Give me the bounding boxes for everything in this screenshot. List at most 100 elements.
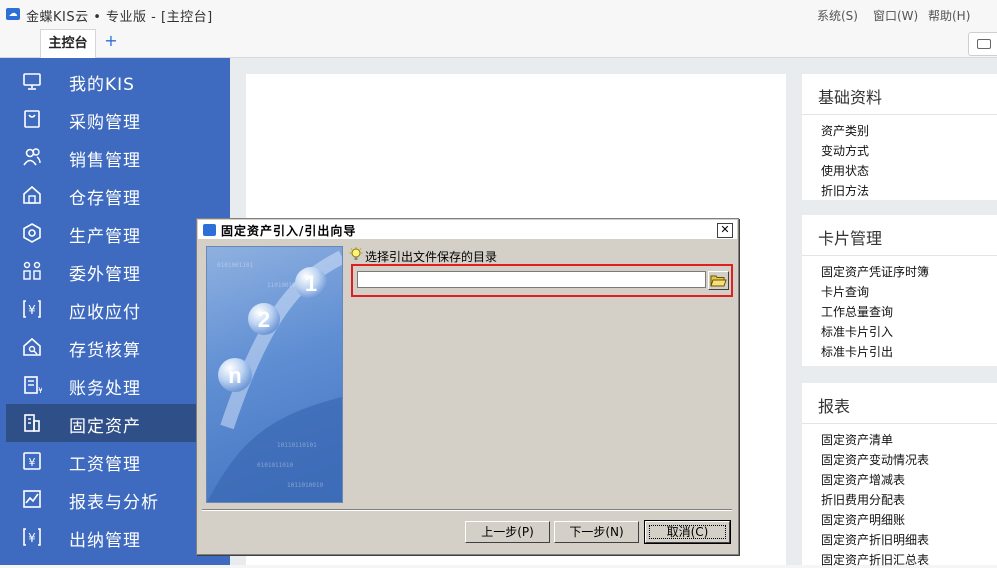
hexagon-gear-icon	[23, 223, 41, 243]
svg-text:0101011010: 0101011010	[257, 462, 294, 469]
wizard-illustration: 0101001101 1101001010 10110110101 01010110…	[206, 246, 343, 503]
link-change-method[interactable]: 变动方式	[821, 142, 869, 159]
users-icon	[23, 148, 41, 166]
link-card-export[interactable]: 标准卡片引出	[821, 343, 893, 360]
link-depreciation-detail[interactable]: 固定资产折旧明细表	[821, 531, 929, 548]
sidebar-item-7[interactable]: ¥ 应收应付	[6, 290, 196, 328]
divider	[802, 255, 997, 256]
svg-text:¥: ¥	[38, 386, 42, 395]
sidebar-item-label: 销售管理	[69, 151, 141, 171]
bag-icon	[24, 110, 40, 128]
lightbulb-icon	[349, 247, 363, 260]
sidebar-item-label: 采购管理	[69, 113, 141, 133]
panel-basic-data: 基础资料 资产类别 变动方式 使用状态 折旧方法	[802, 74, 997, 200]
link-asset-change-report[interactable]: 固定资产变动情况表	[821, 451, 929, 468]
link-asset-ledger[interactable]: 固定资产明细账	[821, 511, 905, 528]
sidebar-item-12[interactable]: 报表与分析	[6, 480, 196, 518]
sidebar-item-9[interactable]: ¥ 账务处理	[6, 366, 196, 404]
sidebar-item-2[interactable]: 采购管理	[6, 100, 196, 138]
directory-prompt: 选择引出文件保存的目录	[365, 250, 498, 264]
outsource-icon	[23, 261, 41, 280]
app-title: 金蝶KIS云 • 专业版 - [主控台]	[26, 10, 213, 25]
sidebar-item-5[interactable]: 生产管理	[6, 214, 196, 252]
sidebar-item-label: 账务处理	[69, 379, 141, 399]
menu-system[interactable]: 系统(S)	[817, 7, 858, 24]
sidebar-item-8[interactable]: 存货核算	[6, 328, 196, 366]
divider	[802, 114, 997, 115]
svg-text:0101001101: 0101001101	[217, 262, 254, 269]
divider	[802, 423, 997, 424]
sidebar-item-label: 出纳管理	[69, 531, 141, 551]
building-icon	[24, 414, 40, 432]
sidebar-item-label: 委外管理	[69, 265, 141, 285]
directory-path-input[interactable]	[357, 271, 706, 288]
sidebar-item-label: 我的KIS	[69, 75, 135, 95]
tab-home[interactable]: 主控台	[40, 29, 96, 58]
link-depreciation-method[interactable]: 折旧方法	[821, 182, 869, 199]
message-button[interactable]	[968, 32, 997, 56]
sidebar-item-4[interactable]: 仓存管理	[6, 176, 196, 214]
title-bar: ☁ 金蝶KIS云 • 专业版 - [主控台] 系统(S) 窗口(W) 帮助(H)	[0, 0, 997, 29]
chat-bubble-icon	[977, 39, 991, 49]
step-n-label: n	[228, 363, 241, 388]
link-asset-list[interactable]: 固定资产清单	[821, 431, 893, 448]
yen-bracket-icon: ¥	[23, 300, 41, 318]
menu-window[interactable]: 窗口(W)	[873, 7, 918, 24]
sidebar-item-11[interactable]: ¥ 工资管理	[6, 442, 196, 480]
link-depreciation-allocation[interactable]: 折旧费用分配表	[821, 491, 905, 508]
svg-text:¥: ¥	[29, 456, 36, 469]
next-button[interactable]: 下一步(N)	[554, 521, 639, 543]
svg-text:¥: ¥	[28, 531, 36, 545]
link-workload-query[interactable]: 工作总量查询	[821, 303, 893, 320]
step-1-label: 1	[305, 271, 317, 296]
sidebar-item-label: 工资管理	[69, 455, 141, 475]
sidebar-item-label: 生产管理	[69, 227, 141, 247]
link-depreciation-summary[interactable]: 固定资产折旧汇总表	[821, 551, 929, 568]
sidebar-item-label: 报表与分析	[69, 493, 159, 513]
divider	[202, 509, 732, 511]
panel-title: 卡片管理	[818, 229, 883, 248]
sidebar-item-13[interactable]: ¥ 出纳管理	[6, 518, 196, 556]
dialog-title: 固定资产引入/引出向导	[221, 224, 357, 238]
svg-text:10110110101: 10110110101	[277, 442, 317, 449]
add-tab-icon[interactable]: +	[104, 33, 118, 49]
link-card-query[interactable]: 卡片查询	[821, 283, 869, 300]
link-voucher-journal[interactable]: 固定资产凭证序时簿	[821, 263, 929, 280]
sidebar-item-label: 固定资产	[69, 417, 141, 437]
step-2-label: 2	[258, 307, 270, 332]
panel-reports: 报表 固定资产清单 固定资产变动情况表 固定资产增减表 折旧费用分配表 固定资产…	[802, 383, 997, 568]
path-highlight-box	[351, 264, 733, 297]
app-logo-icon	[203, 224, 216, 236]
sidebar-item-6[interactable]: 委外管理	[6, 252, 196, 290]
warehouse-icon	[23, 185, 41, 204]
previous-button[interactable]: 上一步(P)	[465, 521, 550, 543]
chart-icon	[23, 490, 41, 508]
panel-title: 基础资料	[818, 88, 883, 107]
svg-text:1011010010: 1011010010	[287, 482, 324, 489]
svg-text:¥: ¥	[28, 303, 36, 317]
focus-ring	[649, 525, 726, 539]
open-folder-icon	[710, 275, 727, 287]
panel-card-management: 卡片管理 固定资产凭证序时簿 卡片查询 工作总量查询 标准卡片引入 标准卡片引出	[802, 215, 997, 366]
sidebar-item-label: 应收应付	[69, 303, 141, 323]
app-logo-icon: ☁	[6, 8, 20, 20]
cashier-icon: ¥	[23, 528, 41, 546]
ledger-icon: ¥	[24, 376, 42, 395]
link-usage-status[interactable]: 使用状态	[821, 162, 869, 179]
cancel-button[interactable]: 取消(C)	[644, 520, 731, 544]
house-search-icon	[23, 337, 41, 356]
link-asset-increase-decrease[interactable]: 固定资产增减表	[821, 471, 905, 488]
monitor-icon	[23, 73, 41, 90]
menu-help[interactable]: 帮助(H)	[928, 7, 970, 24]
wizard-steps-graphic: 01010011011101001010 1011011010101010110…	[207, 250, 342, 502]
link-card-import[interactable]: 标准卡片引入	[821, 323, 893, 340]
sidebar-item-label: 存货核算	[69, 341, 141, 361]
sidebar-item-10[interactable]: 固定资产	[6, 404, 196, 442]
close-icon[interactable]: ✕	[717, 223, 733, 238]
sidebar-item-3[interactable]: 销售管理	[6, 138, 196, 176]
link-asset-category[interactable]: 资产类别	[821, 122, 869, 139]
sidebar-item-1[interactable]: 我的KIS	[6, 62, 196, 100]
sidebar-item-label: 仓存管理	[69, 189, 141, 209]
dialog-title-bar: 固定资产引入/引出向导 ✕	[198, 220, 737, 239]
browse-folder-button[interactable]	[708, 271, 729, 290]
